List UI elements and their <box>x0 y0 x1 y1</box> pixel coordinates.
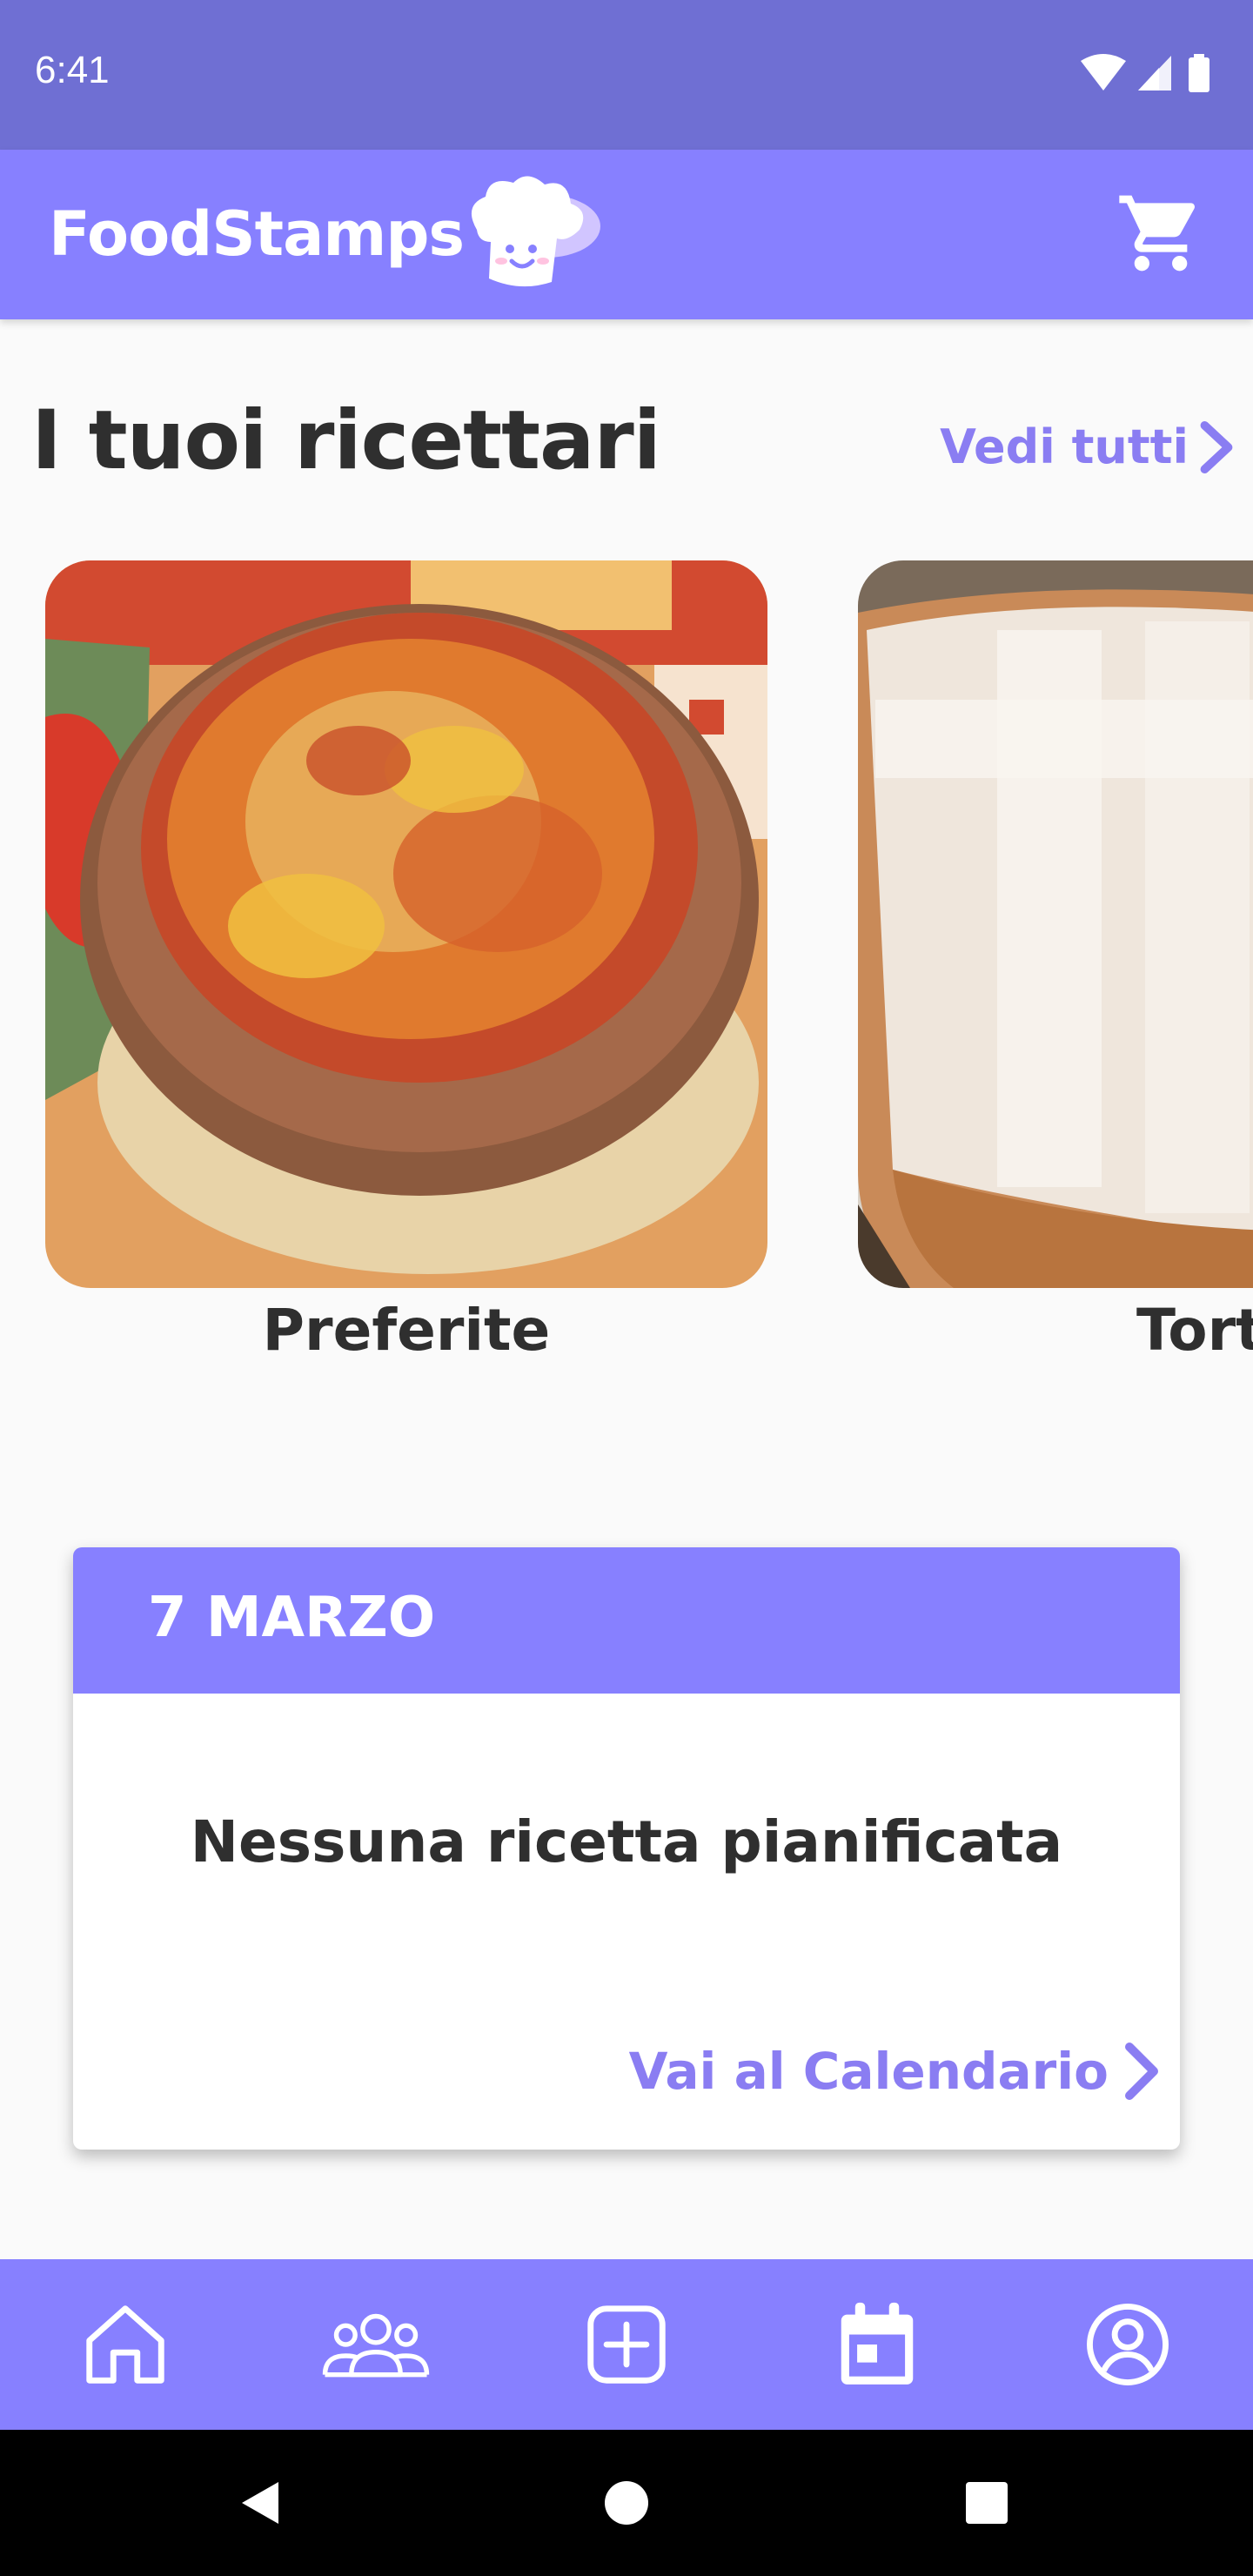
battery-icon <box>1189 54 1209 92</box>
groups-icon <box>322 2313 430 2378</box>
chef-hat-logo <box>459 172 600 291</box>
planner-date: 7 MARZO <box>148 1586 436 1650</box>
baked-pasta-photo <box>45 560 767 1288</box>
back-button[interactable] <box>218 2459 305 2546</box>
nav-add[interactable] <box>539 2259 714 2430</box>
app-title: FoodStamps <box>49 198 465 270</box>
nav-groups[interactable] <box>289 2259 463 2430</box>
wifi-icon <box>1081 54 1126 91</box>
cart-button[interactable] <box>1116 188 1206 278</box>
shopping-cart-icon <box>1119 195 1196 272</box>
cookbook-label: Tort <box>1136 1297 1253 1364</box>
cookbook-label: Preferite <box>262 1297 551 1364</box>
system-navigation-bar <box>0 2430 1253 2576</box>
chevron-right-icon <box>1125 2043 1158 2100</box>
nav-home[interactable] <box>38 2259 212 2430</box>
tart-photo <box>858 560 1253 1288</box>
home-icon <box>86 2305 164 2384</box>
see-all-link[interactable]: Vedi tutti <box>940 419 1237 474</box>
calendar-link-label: Vai al Calendario <box>628 2042 1109 2101</box>
cookbook-card-preferite[interactable] <box>45 560 767 1288</box>
status-time: 6:41 <box>35 49 110 91</box>
nav-profile[interactable] <box>1041 2259 1215 2430</box>
calendar-link[interactable]: Vai al Calendario <box>629 2042 1163 2101</box>
home-circle-icon <box>605 2481 648 2525</box>
planner-empty-message: Nessuna ricetta pianificata <box>190 1808 1063 1875</box>
nav-calendar[interactable] <box>790 2259 964 2430</box>
profile-icon <box>1087 2304 1169 2385</box>
calendar-icon <box>841 2302 914 2385</box>
recents-icon <box>966 2482 1008 2524</box>
planner-header: 7 MARZO <box>73 1547 1180 1694</box>
recents-button[interactable] <box>943 2459 1030 2546</box>
planner-card: 7 MARZO Nessuna ricetta pianificata Vai … <box>73 1547 1180 2150</box>
home-system-button[interactable] <box>583 2459 670 2546</box>
chevron-right-icon <box>1200 420 1233 473</box>
add-icon <box>587 2305 666 2384</box>
cookbooks-title: I tuoi ricettari <box>31 393 661 488</box>
see-all-label: Vedi tutti <box>940 419 1189 474</box>
app-bar: FoodStamps <box>0 150 1253 319</box>
status-icons <box>1081 52 1229 96</box>
cookbook-card-tort[interactable] <box>858 560 1253 1288</box>
signal-icon <box>1138 56 1171 91</box>
back-icon <box>242 2482 278 2524</box>
status-bar: 6:41 <box>0 0 1253 150</box>
bottom-navigation <box>0 2259 1253 2430</box>
